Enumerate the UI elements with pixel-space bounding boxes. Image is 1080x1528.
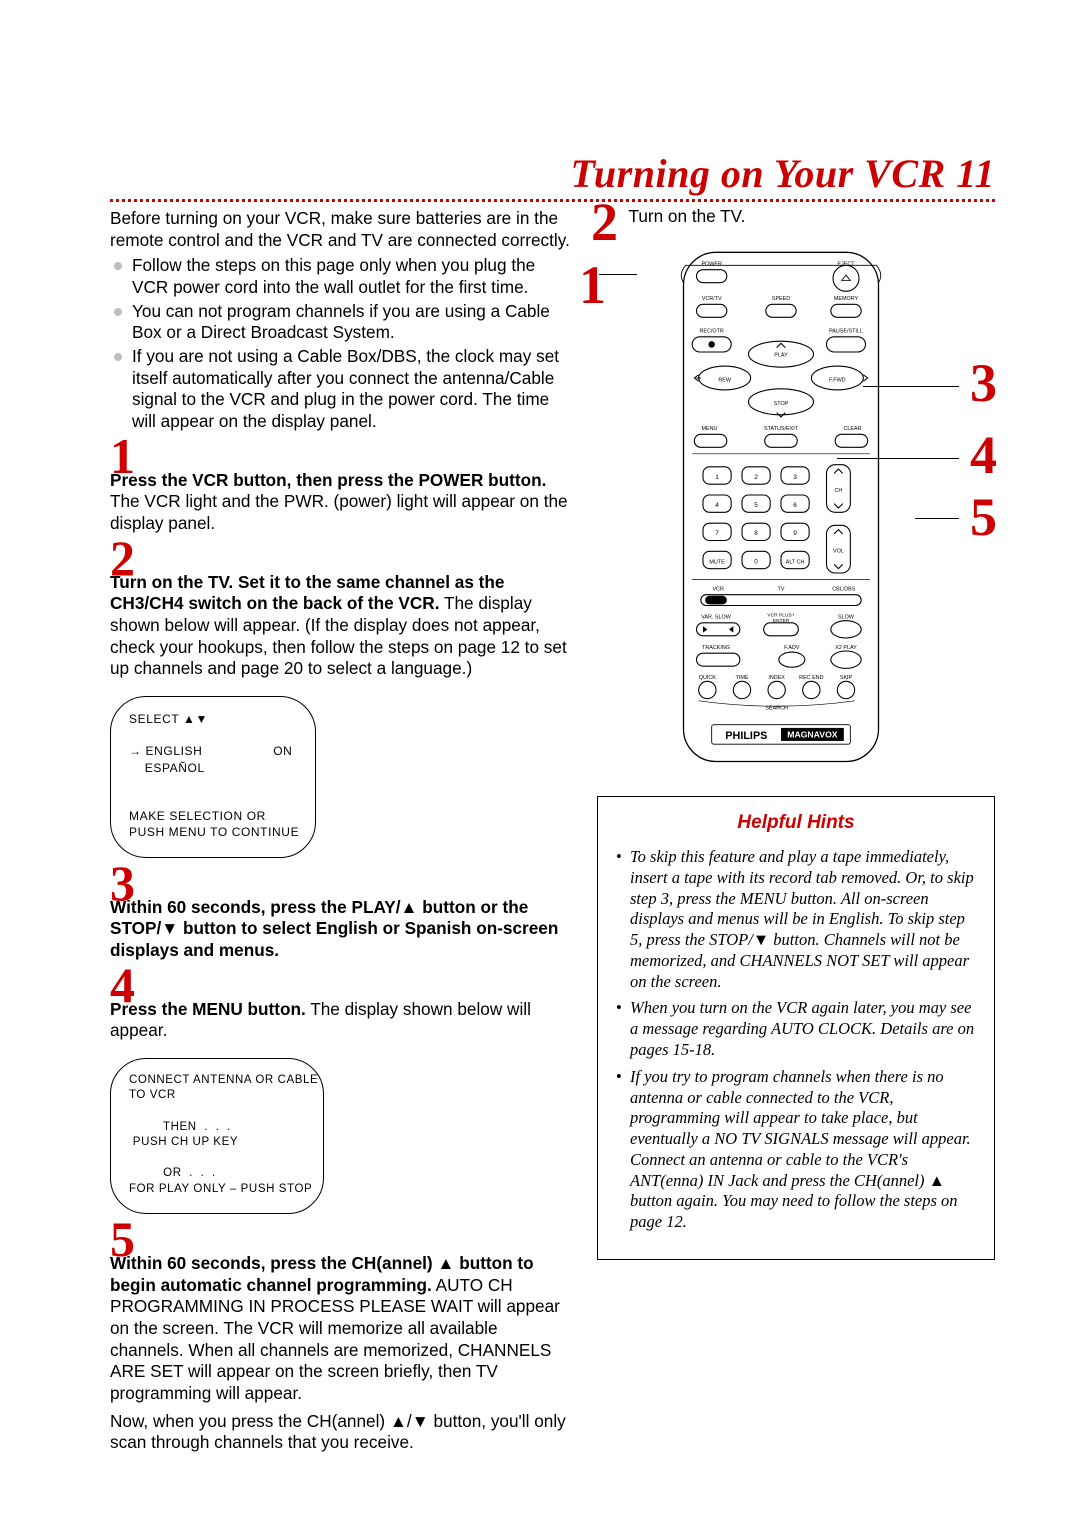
page-title: Turning on Your VCR 11 <box>570 151 995 196</box>
step-5-text: Within 60 seconds, press the CH(annel) ▲… <box>110 1253 573 1405</box>
callout-1: 1 <box>579 258 606 312</box>
right-step-2: 2 Turn on the TV. <box>591 204 739 245</box>
remote-illustration: 1 3 4 5 POWER EJECT V <box>597 248 995 768</box>
bullet-item: Follow the steps on this page only when … <box>110 255 573 298</box>
callout-4: 4 <box>970 428 997 482</box>
svg-text:5: 5 <box>754 502 758 509</box>
callout-5: 5 <box>970 490 997 544</box>
label-menu: MENU <box>702 426 718 432</box>
label-slow: SLOW <box>838 615 855 621</box>
helpful-hints-box: Helpful Hints To skip this feature and p… <box>597 796 995 1260</box>
label-tv: TV <box>778 586 785 592</box>
label-vol: VOL <box>833 548 844 554</box>
step-5-tail: Now, when you press the CH(annel) ▲/▼ bu… <box>110 1411 573 1454</box>
right-step-2-num: 2 <box>591 192 618 252</box>
hint-item: When you turn on the VCR again later, yo… <box>614 998 978 1060</box>
label-fadv: F.ADV <box>784 645 800 651</box>
hint-item: To skip this feature and play a tape imm… <box>614 847 978 992</box>
step-number-1: 1 <box>110 439 573 474</box>
label-rew: REW <box>718 377 732 383</box>
hints-title: Helpful Hints <box>614 811 978 835</box>
label-status: STATUS/EXIT <box>764 426 799 432</box>
svg-text:8: 8 <box>754 530 758 537</box>
hint-item: If you try to program channels when ther… <box>614 1067 978 1233</box>
label-recend: REC END <box>799 675 823 681</box>
svg-text:4: 4 <box>715 502 719 509</box>
label-play: PLAY <box>774 352 788 358</box>
step-1-rest: The VCR light and the PWR. (power) light… <box>110 491 568 533</box>
right-step-2-text: Turn on the TV. <box>628 206 745 226</box>
osd-panel-language: SELECT ▲▼ → ENGLISH ON ESPAÑOL MAKE SELE… <box>110 696 316 858</box>
brand-philips: PHILIPS <box>725 730 767 742</box>
label-speed: SPEED <box>772 296 790 302</box>
right-column: 2 Turn on the TV. 1 3 4 5 POWER <box>597 208 995 1460</box>
step-2-text: Turn on the TV. Set it to the same chann… <box>110 572 573 680</box>
label-mute: MUTE <box>709 559 725 565</box>
intro-bullets: Follow the steps on this page only when … <box>110 255 573 432</box>
svg-text:9: 9 <box>793 530 797 537</box>
label-pause: PAUSE/STILL <box>829 329 863 335</box>
step-3-text: Within 60 seconds, press the PLAY/▲ butt… <box>110 897 573 962</box>
svg-text:3: 3 <box>793 474 797 481</box>
label-quick: QUICK <box>699 675 717 681</box>
label-cbl: CBL/DBS <box>832 586 856 592</box>
step-1-text: Press the VCR button, then press the POW… <box>110 470 573 535</box>
leader-line <box>599 274 637 275</box>
svg-text:0: 0 <box>754 558 758 565</box>
bullet-item: If you are not using a Cable Box/DBS, th… <box>110 346 573 433</box>
step-4-bold: Press the MENU button. <box>110 999 306 1019</box>
label-ffwd: F.FWD <box>829 377 846 383</box>
label-altch: ALT CH <box>786 559 805 565</box>
label-varslow: VAR. SLOW <box>701 615 732 621</box>
remote-svg: POWER EJECT VCR/TV SPEED MEMORY REC/OTR … <box>621 248 941 768</box>
svg-text:1: 1 <box>715 474 719 481</box>
svg-text:7: 7 <box>715 530 719 537</box>
bullet-item: You can not program channels if you are … <box>110 301 573 344</box>
label-stop: STOP <box>774 401 789 407</box>
label-enter: VCR PLUS+ <box>767 612 794 618</box>
label-memory: MEMORY <box>834 296 859 302</box>
leader-line <box>863 386 959 387</box>
label-index: INDEX <box>768 675 785 681</box>
label-search: SEARCH <box>765 706 788 712</box>
step-4-text: Press the MENU button. The display shown… <box>110 999 573 1042</box>
label-tracking: TRACKING <box>702 645 730 651</box>
label-vcr-tv: VCR/TV <box>702 296 722 302</box>
step-1-bold: Press the VCR button, then press the POW… <box>110 470 546 490</box>
leader-line <box>837 458 959 459</box>
label-power: POWER <box>701 261 722 267</box>
label-skip: SKIP <box>840 675 853 681</box>
label-x2: X2 PLAY <box>835 645 857 651</box>
leader-line <box>915 518 959 519</box>
label-vcr: VCR <box>712 586 724 592</box>
label-rec: REC/OTR <box>700 329 724 335</box>
label-clear: CLEAR <box>843 426 861 432</box>
svg-text:6: 6 <box>793 502 797 509</box>
brand-magnavox: MAGNAVOX <box>787 730 838 740</box>
step-number-2: 2 <box>110 541 573 576</box>
step-number-4: 4 <box>110 968 573 1003</box>
osd-panel-connect: CONNECT ANTENNA OR CABLE TO VCR THEN . .… <box>110 1058 324 1214</box>
divider <box>110 199 995 202</box>
step-number-5: 5 <box>110 1222 573 1257</box>
step-3-bold: Within 60 seconds, press the PLAY/▲ butt… <box>110 897 558 960</box>
intro-text: Before turning on your VCR, make sure ba… <box>110 208 573 251</box>
left-column: Before turning on your VCR, make sure ba… <box>110 208 573 1460</box>
callout-3: 3 <box>970 356 997 410</box>
svg-text:2: 2 <box>754 474 758 481</box>
label-time: TIME <box>736 675 749 681</box>
step-number-3: 3 <box>110 866 573 901</box>
label-ch: CH <box>835 488 843 494</box>
